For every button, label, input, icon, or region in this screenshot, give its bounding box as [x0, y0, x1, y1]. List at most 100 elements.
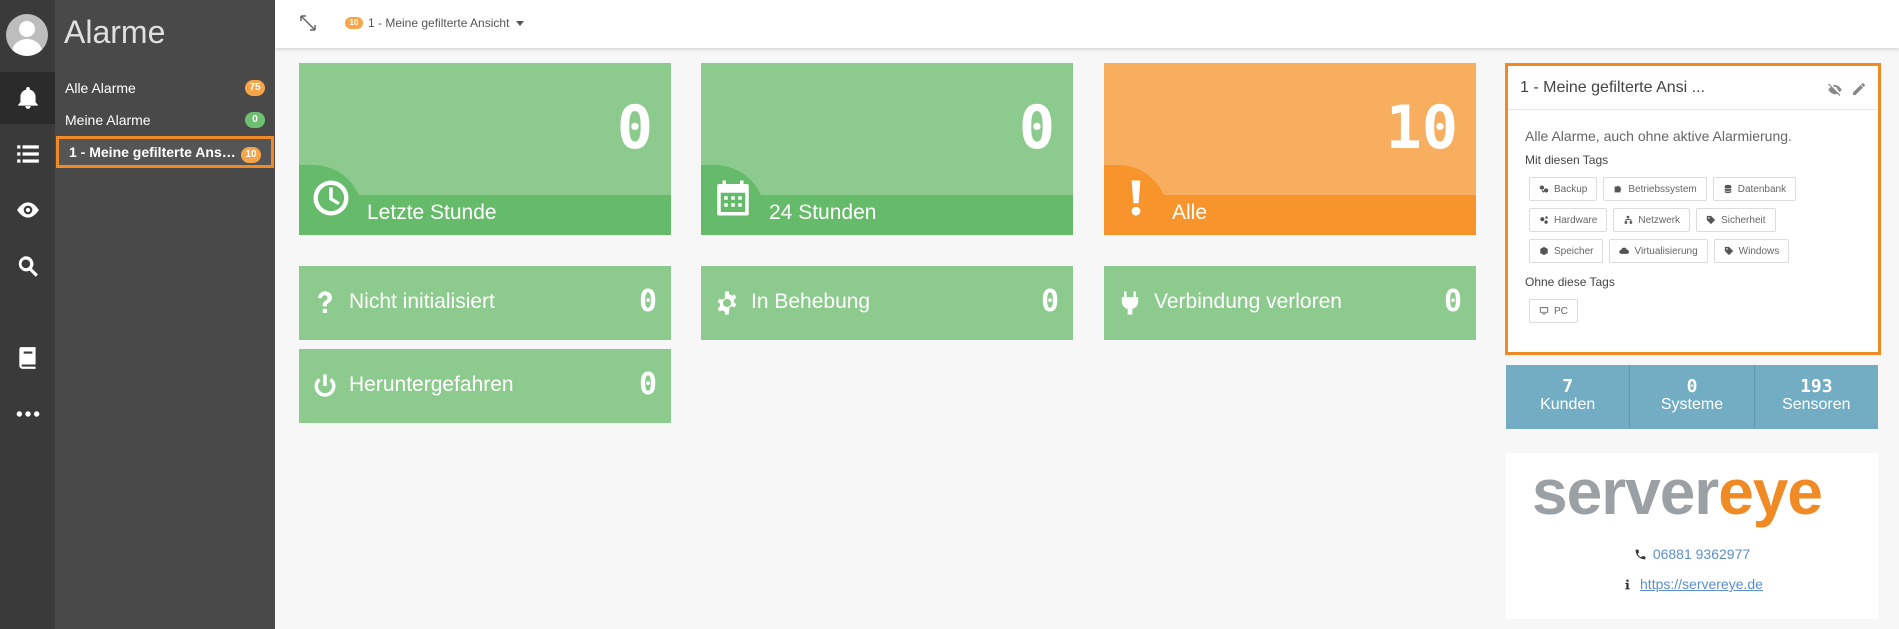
tag-icon [1724, 246, 1733, 256]
sidebar-item-gefilterte-ansicht[interactable]: 1 - Meine gefilterte Ansicht 10 [56, 136, 274, 168]
tile-label: In Behebung [751, 290, 871, 313]
tag-speicher[interactable]: Speicher [1529, 239, 1604, 263]
tile-verbindung-verloren[interactable]: Verbindung verloren 0 [1104, 266, 1476, 340]
tile-24-stunden[interactable]: 0 24 Stunden [701, 63, 1073, 235]
without-tags-list: PC [1529, 299, 1859, 330]
count-badge: 75 [245, 80, 265, 96]
book-icon[interactable] [0, 332, 55, 384]
tile-value: 0 [1040, 284, 1059, 319]
tile-value: 0 [616, 93, 653, 163]
filter-panel-title: 1 - Meine gefilterte Ansi ... [1520, 78, 1705, 96]
list-icon[interactable] [0, 128, 55, 180]
filter-panel-header: 1 - Meine gefilterte Ansi ... [1508, 66, 1878, 110]
tag-label: Sicherheit [1721, 214, 1766, 226]
tile-letzte-stunde[interactable]: 0 Letzte Stunde [299, 63, 671, 235]
tag-virtualisierung[interactable]: Virtualisierung [1609, 239, 1708, 263]
filter-description: Alle Alarme, auch ohne aktive Alarmierun… [1525, 128, 1792, 144]
tag-hardware[interactable]: Hardware [1529, 208, 1608, 232]
search-icon[interactable] [0, 240, 55, 292]
tag-pc[interactable]: PC [1529, 299, 1578, 323]
cubes-icon [1539, 185, 1549, 193]
eye-slash-icon[interactable] [1826, 81, 1844, 97]
tile-label: Heruntergefahren [349, 373, 514, 396]
stat-sensoren[interactable]: 193 Sensoren [1755, 365, 1878, 429]
plug-icon [1121, 291, 1139, 315]
stats-bar: 7 Kunden 0 Systeme 193 Sensoren [1506, 365, 1878, 429]
tile-label: Alle [1172, 201, 1208, 224]
tag-label: Windows [1738, 245, 1780, 257]
puzzle-icon [1615, 185, 1622, 193]
monitor-icon [1539, 307, 1549, 315]
view-selector[interactable]: 10 1 - Meine gefilterte Ansicht [345, 16, 525, 30]
cloud-icon [1619, 247, 1630, 254]
icon-rail [0, 0, 55, 629]
stat-kunden[interactable]: 7 Kunden [1506, 365, 1631, 429]
tile-label: 24 Stunden [769, 201, 877, 224]
cube-icon [1540, 246, 1548, 256]
calendar-icon [717, 180, 749, 216]
tag-label: Betriebssystem [1628, 183, 1697, 195]
tag-netzwerk[interactable]: Netzwerk [1613, 208, 1691, 232]
sidebar-item-meine-alarme[interactable]: Meine Alarme 0 [55, 104, 275, 136]
stat-value: 0 [1686, 376, 1698, 397]
stat-label: Sensoren [1782, 396, 1851, 413]
tag-sicherheit[interactable]: Sicherheit [1696, 208, 1776, 232]
tile-label: Verbindung verloren [1154, 290, 1342, 313]
website-link[interactable]: https://servereye.de [1640, 576, 1763, 592]
filter-panel: 1 - Meine gefilterte Ansi ... Alle Alarm… [1505, 63, 1881, 355]
gear-icon [717, 291, 737, 315]
tile-value: 0 [638, 284, 657, 319]
expand-icon[interactable] [299, 14, 317, 32]
sidebar-item-label: Meine Alarme [65, 112, 151, 128]
more-icon[interactable] [0, 388, 55, 440]
tile-heruntergefahren[interactable]: Heruntergefahren 0 [299, 349, 671, 423]
tile-value: 0 [1018, 93, 1055, 163]
phone-number[interactable]: 06881 9362977 [1653, 546, 1750, 562]
url-line: https://servereye.de [1506, 576, 1878, 592]
tag-label: Speicher [1554, 245, 1594, 257]
phone-icon [1635, 549, 1646, 559]
power-icon [314, 374, 336, 397]
tag-backup[interactable]: Backup [1529, 177, 1598, 201]
tile-in-behebung[interactable]: In Behebung 0 [701, 266, 1073, 340]
pencil-icon[interactable] [1850, 81, 1868, 97]
sidebar-item-label: 1 - Meine gefilterte Ansicht [69, 144, 239, 160]
tile-value: 0 [638, 367, 657, 402]
exclamation-icon [1131, 180, 1141, 216]
tag-datenbank[interactable]: Datenbank [1712, 177, 1797, 201]
tag-label: Backup [1554, 183, 1588, 195]
tile-alle[interactable]: 10 Alle [1104, 63, 1476, 235]
app-title: Alarme [64, 14, 166, 50]
stat-label: Systeme [1660, 396, 1724, 413]
bell-icon[interactable] [0, 72, 55, 124]
sidebar-item-label: Alle Alarme [65, 80, 136, 96]
stat-value: 7 [1562, 376, 1574, 397]
question-icon [318, 291, 332, 314]
brand-box: servereye 06881 9362977 https://serverey… [1506, 453, 1878, 619]
eye-icon[interactable] [0, 184, 55, 236]
stat-systeme[interactable]: 0 Systeme [1630, 365, 1755, 429]
stat-value: 193 [1800, 376, 1833, 397]
gears-icon [1540, 216, 1548, 224]
tag-betriebssystem[interactable]: Betriebssystem [1603, 177, 1707, 201]
tag-label: Hardware [1554, 214, 1598, 226]
sitemap-icon [1625, 215, 1633, 224]
view-selector-label: 1 - Meine gefilterte Ansicht [368, 16, 510, 30]
stat-label: Kunden [1540, 396, 1596, 413]
without-tags-label: Ohne diese Tags [1525, 275, 1615, 289]
sidebar-item-alle-alarme[interactable]: Alle Alarme 75 [55, 72, 275, 104]
servereye-logo: servereye [1532, 456, 1823, 528]
with-tags-list: Backup Betriebssystem Datenbank Hardware… [1529, 177, 1859, 270]
sidebar: Alarme Alle Alarme 75 Meine Alarme 0 1 -… [55, 0, 275, 629]
tag-label: Datenbank [1737, 183, 1787, 195]
with-tags-label: Mit diesen Tags [1525, 153, 1609, 167]
count-badge: 0 [245, 112, 265, 128]
chevron-down-icon [516, 20, 525, 26]
tag-windows[interactable]: Windows [1713, 239, 1790, 263]
tile-nicht-initialisiert[interactable]: Nicht initialisiert 0 [299, 266, 671, 340]
info-icon [1625, 579, 1630, 589]
tag-icon [1706, 215, 1716, 225]
tile-value: 0 [1443, 284, 1462, 319]
tile-label: Letzte Stunde [367, 201, 497, 224]
avatar[interactable] [6, 14, 48, 56]
